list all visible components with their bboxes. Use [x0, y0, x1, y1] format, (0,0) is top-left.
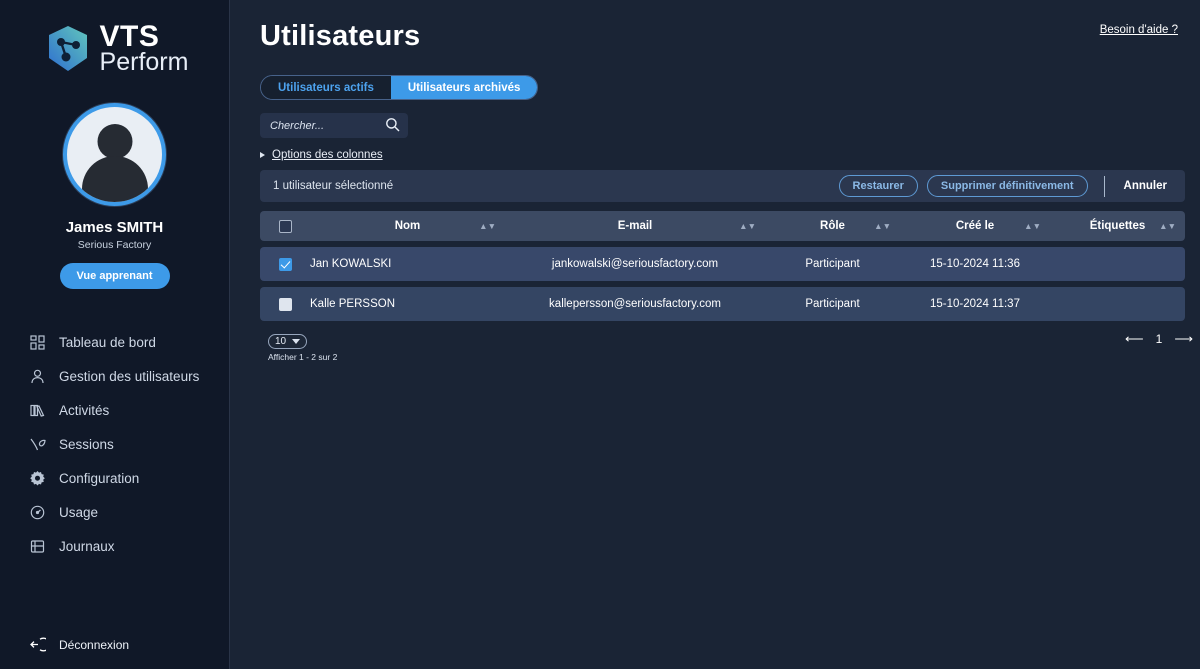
table-row[interactable]: Kalle PERSSON kallepersson@seriousfactor…: [260, 287, 1185, 321]
row-select-cell: [260, 257, 310, 271]
logout-icon: [29, 636, 46, 653]
brand-logo[interactable]: VTS Perform: [0, 22, 229, 75]
logout-label: Déconnexion: [59, 637, 130, 652]
sidebar-nav: Tableau de bord Gestion des utilisateurs: [0, 325, 229, 563]
tab-active-users[interactable]: Utilisateurs actifs: [261, 76, 391, 99]
column-header-label: Rôle: [820, 220, 845, 232]
cell-created: 15-10-2024 11:36: [930, 258, 1020, 270]
sidebar-item-label: Tableau de bord: [59, 334, 156, 350]
row-select-cell: [260, 297, 310, 311]
sidebar-item-activities[interactable]: Activités: [0, 393, 229, 427]
page-size-wrapper: 10 Afficher 1 - 2 sur 2: [268, 331, 337, 362]
cell-name: Jan KOWALSKI: [310, 258, 392, 270]
column-header-label: Créé le: [955, 220, 995, 232]
cell-role: Participant: [805, 258, 860, 270]
search-icon[interactable]: [385, 117, 400, 137]
cancel-button[interactable]: Annuler: [1119, 180, 1172, 192]
avatar[interactable]: [63, 103, 166, 206]
avatar-body: [81, 156, 148, 202]
arrow-right-icon[interactable]: ⟶: [1174, 331, 1193, 347]
row-checkbox[interactable]: [278, 257, 292, 271]
column-options-toggle[interactable]: Options des colonnes: [260, 149, 1178, 161]
sidebar-item-logs[interactable]: Journaux: [0, 529, 229, 563]
sidebar-item-label: Activités: [59, 402, 110, 418]
sidebar-item-sessions[interactable]: Sessions: [0, 427, 229, 461]
sidebar-item-label: Gestion des utilisateurs: [59, 368, 200, 384]
sidebar-item-label: Usage: [59, 504, 99, 520]
page-size-select[interactable]: 10: [268, 334, 308, 349]
tab-archived-users[interactable]: Utilisateurs archivés: [390, 76, 538, 99]
gear-icon: [29, 470, 46, 487]
cell-name: Kalle PERSSON: [310, 298, 396, 310]
table-footer: 10 Afficher 1 - 2 sur 2 ⟵ 1 ⟶: [268, 331, 1193, 362]
chevron-down-icon: [292, 339, 301, 344]
select-all-cell: [260, 219, 310, 233]
page-title: Utilisateurs: [260, 20, 421, 52]
row-checkbox[interactable]: [278, 297, 292, 311]
column-header-name[interactable]: Nom ▲▼: [310, 211, 505, 241]
column-header-label: Étiquettes: [1089, 220, 1146, 232]
column-header-role[interactable]: Rôle ▲▼: [765, 211, 900, 241]
selection-count: 1 utilisateur sélectionné: [273, 180, 394, 192]
profile-organization: Serious Factory: [77, 239, 152, 251]
delete-permanently-button[interactable]: Supprimer définitivement: [926, 175, 1088, 197]
sort-toggle-icon[interactable]: ▲▼: [874, 222, 891, 231]
sort-toggle-icon[interactable]: ▲▼: [739, 222, 756, 231]
column-header-email[interactable]: E-mail ▲▼: [505, 211, 765, 241]
app-root: VTS Perform James SMITH Serious Factory …: [0, 0, 1200, 669]
help-link[interactable]: Besoin d'aide ?: [1100, 24, 1178, 36]
cell-role: Participant: [805, 298, 860, 310]
sidebar-item-label: Sessions: [59, 436, 114, 452]
cell-created: 15-10-2024 11:37: [930, 298, 1020, 310]
vts-hexagon-nodes-logo-icon: [45, 24, 91, 74]
column-options-label: Options des colonnes: [272, 149, 383, 161]
table-row[interactable]: Jan KOWALSKI jankowalski@seriousfactory.…: [260, 247, 1185, 281]
dashboard-grid-icon: [29, 334, 46, 351]
table-header-row: Nom ▲▼ E-mail ▲▼ Rôle ▲▼ Créé le ▲▼ Étiq…: [260, 211, 1185, 241]
sidebar-item-user-management[interactable]: Gestion des utilisateurs: [0, 359, 229, 393]
books-icon: [29, 402, 46, 419]
main-content: Besoin d'aide ? Utilisateurs Utilisateur…: [230, 0, 1200, 669]
avatar-wrapper: [0, 103, 229, 206]
sort-toggle-icon[interactable]: ▲▼: [1159, 222, 1176, 231]
restore-button[interactable]: Restaurer: [838, 175, 918, 197]
brand-text: VTS Perform: [100, 22, 189, 75]
divider: [1103, 175, 1105, 197]
sidebar-item-dashboard[interactable]: Tableau de bord: [0, 325, 229, 359]
profile-name: James SMITH: [65, 219, 164, 236]
logout-button[interactable]: Déconnexion: [0, 628, 229, 661]
column-header-tags[interactable]: Étiquettes ▲▼: [1050, 211, 1185, 241]
users-table: Nom ▲▼ E-mail ▲▼ Rôle ▲▼ Créé le ▲▼ Étiq…: [260, 211, 1193, 362]
column-header-label: E-mail: [617, 220, 653, 232]
select-all-checkbox[interactable]: [278, 219, 292, 233]
sidebar-item-label: Journaux: [59, 538, 115, 554]
sort-toggle-icon[interactable]: ▲▼: [1024, 222, 1041, 231]
sidebar-item-label: Configuration: [59, 470, 140, 486]
cell-email: kallepersson@seriousfactory.com: [549, 298, 721, 310]
page-size-value: 10: [275, 336, 287, 347]
tabs: Utilisateurs actifs Utilisateurs archivé…: [260, 75, 539, 100]
learner-view-button[interactable]: Vue apprenant: [59, 263, 170, 289]
sidebar: VTS Perform James SMITH Serious Factory …: [0, 0, 230, 669]
sidebar-item-usage[interactable]: Usage: [0, 495, 229, 529]
user-icon: [29, 368, 46, 385]
sidebar-item-configuration[interactable]: Configuration: [0, 461, 229, 495]
pagination: ⟵ 1 ⟶: [1125, 331, 1193, 347]
column-header-created[interactable]: Créé le ▲▼: [900, 211, 1050, 241]
search-input[interactable]: [268, 118, 378, 133]
arrow-left-icon[interactable]: ⟵: [1125, 331, 1144, 347]
cell-email: jankowalski@seriousfactory.com: [551, 258, 719, 270]
gauge-icon: [29, 504, 46, 521]
sort-toggle-icon[interactable]: ▲▼: [479, 222, 496, 231]
search-box[interactable]: [260, 113, 408, 138]
brand-line-2: Perform: [99, 48, 189, 76]
selection-action-bar: 1 utilisateur sélectionné Restaurer Supp…: [260, 170, 1185, 202]
column-header-label: Nom: [394, 220, 421, 232]
avatar-head: [97, 124, 132, 159]
sessions-icon: [29, 436, 46, 453]
page-number[interactable]: 1: [1156, 332, 1163, 346]
showing-range-label: Afficher 1 - 2 sur 2: [268, 352, 338, 362]
chevron-right-icon: [260, 152, 265, 158]
logs-icon: [29, 538, 46, 555]
